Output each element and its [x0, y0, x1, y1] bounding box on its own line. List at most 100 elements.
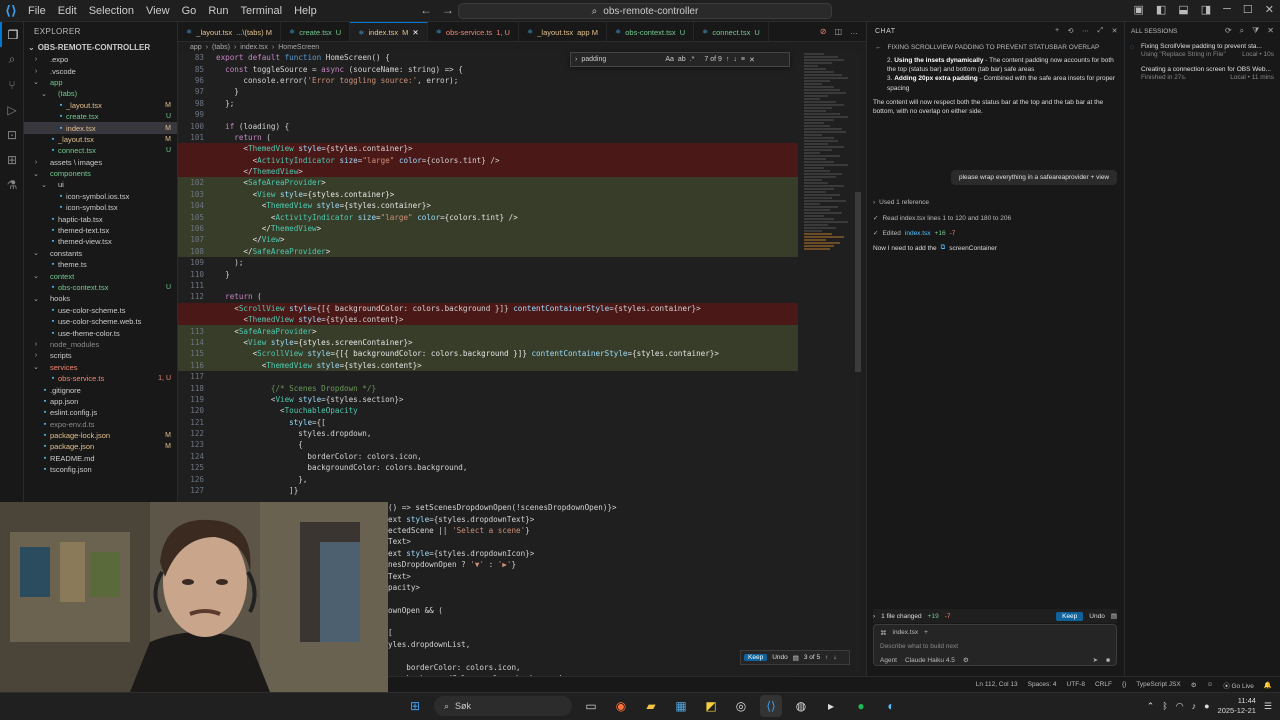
menu-go[interactable]: Go: [176, 5, 203, 17]
editor-tab[interactable]: ⚛ _layout.tsx ...\(tabs) M: [178, 22, 281, 41]
chevron-up-icon[interactable]: ⌃: [1147, 701, 1155, 712]
file-item[interactable]: ▪ use-theme-color.ts: [24, 327, 177, 338]
back-arrow-icon[interactable]: ←: [420, 3, 432, 17]
folder-item[interactable]: ⌄ app: [24, 77, 177, 88]
notification-center-icon[interactable]: ☰: [1264, 701, 1272, 712]
scrollbar-thumb[interactable]: [855, 192, 861, 372]
folder-item[interactable]: ⌄ ui: [24, 179, 177, 190]
undo-button[interactable]: Undo: [1089, 613, 1105, 620]
breadcrumb-item[interactable]: app: [190, 44, 202, 51]
code-editor-lower[interactable]: () => setScenesDropdownOpen(!scenesDropd…: [388, 502, 798, 676]
inline-keep-button[interactable]: Keep: [744, 654, 768, 661]
editor-tab[interactable]: ⚛ connect.tsx U: [694, 22, 769, 41]
code-editor[interactable]: 83 export default function HomeScreen() {…: [178, 52, 798, 502]
chrome-icon[interactable]: ◎: [730, 695, 752, 717]
toggle-replace-icon[interactable]: ›: [575, 56, 577, 63]
new-chat-icon[interactable]: +: [1055, 27, 1060, 35]
speaker-icon[interactable]: ♪: [1192, 701, 1197, 711]
context-file-chip[interactable]: index.tsx: [893, 629, 919, 637]
edited-file-chip[interactable]: index.tsx: [905, 230, 931, 237]
source-control-icon[interactable]: ⑂: [0, 72, 24, 97]
menu-run[interactable]: Run: [202, 5, 234, 17]
editor-tab[interactable]: ⚛ index.tsx M ✕: [350, 22, 428, 41]
folder-item[interactable]: ⌄ context: [24, 270, 177, 281]
file-item[interactable]: ▪ package-lock.json M: [24, 430, 177, 441]
breadcrumb-item[interactable]: HomeScreen: [278, 44, 319, 51]
file-item[interactable]: ▪ theme.ts: [24, 259, 177, 270]
file-item[interactable]: ▪ package.json M: [24, 441, 177, 452]
remote-explorer-icon[interactable]: ⊡: [0, 122, 24, 147]
file-item[interactable]: ▪ icon-symbol.ios.tsx: [24, 191, 177, 202]
obs-icon[interactable]: ◍: [790, 695, 812, 717]
file-item[interactable]: ▪ use-color-scheme.ts: [24, 305, 177, 316]
more-actions-icon[interactable]: …: [850, 27, 858, 36]
test-icon[interactable]: ⚗: [0, 172, 24, 197]
folder-item[interactable]: ⌄ (tabs): [24, 88, 177, 99]
whole-word-icon[interactable]: ab: [678, 56, 686, 63]
match-case-icon[interactable]: Aa: [665, 56, 674, 63]
wifi-icon[interactable]: ◠: [1176, 701, 1184, 712]
settings-icon[interactable]: ⚙: [1191, 681, 1197, 689]
folder-item[interactable]: › assets \ images: [24, 157, 177, 168]
maximize-chat-icon[interactable]: ⤢: [1098, 27, 1104, 35]
menu-terminal[interactable]: Terminal: [235, 5, 289, 17]
chat-input-box[interactable]: ⌘ index.tsx + Describe what to build nex…: [873, 624, 1117, 666]
menu-selection[interactable]: Selection: [83, 5, 140, 17]
indentation[interactable]: Spaces: 4: [1028, 681, 1057, 688]
layout-icon[interactable]: ▣: [1133, 3, 1143, 16]
file-item[interactable]: ▪ _layout.tsx M: [24, 134, 177, 145]
file-item[interactable]: ▪ haptic-tab.tsx: [24, 213, 177, 224]
file-item[interactable]: ▪ expo-env.d.ts: [24, 419, 177, 430]
folder-item[interactable]: ⌄ components: [24, 168, 177, 179]
minimize-icon[interactable]: ─: [1223, 3, 1231, 16]
search-icon[interactable]: ⌕: [1240, 26, 1244, 36]
command-center-search[interactable]: ⌕ obs-remote-controller: [458, 3, 832, 19]
editor-tab[interactable]: ⚛ create.tsx U: [281, 22, 351, 41]
line-endings[interactable]: CRLF: [1095, 681, 1112, 688]
close-find-icon[interactable]: ✕: [749, 56, 755, 64]
file-item[interactable]: ▪ themed-view.tsx: [24, 236, 177, 247]
explorer-icon[interactable]: ❐: [0, 22, 24, 47]
chevron-right-icon[interactable]: ›: [873, 613, 875, 620]
regex-icon[interactable]: .*: [690, 56, 695, 63]
used-reference-row[interactable]: › Used 1 reference: [873, 199, 929, 206]
editor-scrollbar[interactable]: [855, 52, 861, 672]
close-window-icon[interactable]: ✕: [1265, 3, 1274, 16]
breadcrumb-item[interactable]: (tabs): [212, 44, 230, 51]
file-explorer-icon[interactable]: ▰: [640, 695, 662, 717]
file-item[interactable]: ▪ icon-symbol.tsx: [24, 202, 177, 213]
tools-icon[interactable]: ⚙: [963, 656, 969, 664]
back-icon[interactable]: ←: [875, 44, 882, 51]
start-icon[interactable]: ⊞: [404, 695, 426, 717]
toggle-secondary-sidebar-icon[interactable]: ◨: [1201, 3, 1211, 16]
file-item[interactable]: ▪ connect.tsx U: [24, 145, 177, 156]
encoding[interactable]: UTF-8: [1067, 681, 1085, 688]
toggle-sidebar-icon[interactable]: ◧: [1156, 3, 1166, 16]
bluetooth-icon[interactable]: ᛒ: [1162, 701, 1167, 711]
maximize-icon[interactable]: ☐: [1243, 3, 1253, 16]
menu-edit[interactable]: Edit: [52, 5, 83, 17]
folder-item[interactable]: › .vscode: [24, 65, 177, 76]
attach-icon[interactable]: ⌘: [880, 629, 887, 637]
minimap[interactable]: [798, 52, 862, 672]
language-mode[interactable]: TypeScript JSX: [1136, 681, 1180, 688]
project-root[interactable]: ⌄ OBS-REMOTE-CONTROLLER: [24, 40, 177, 54]
stop-icon[interactable]: ■: [1106, 657, 1110, 664]
agent-mode-select[interactable]: Agent: [880, 657, 897, 664]
editor-tab[interactable]: ⚛ obs-service.ts 1, U: [428, 22, 519, 41]
filter-icon[interactable]: ⧩: [1252, 26, 1259, 36]
firefox-icon[interactable]: ◉: [610, 695, 632, 717]
close-tab-icon[interactable]: ✕: [412, 28, 418, 37]
folder-item[interactable]: › scripts: [24, 350, 177, 361]
file-item[interactable]: ▪ README.md: [24, 453, 177, 464]
spotify-icon[interactable]: ●: [850, 695, 872, 717]
file-item[interactable]: ▪ app.json: [24, 396, 177, 407]
browser-icon[interactable]: ◐: [880, 695, 902, 717]
session-item[interactable]: Creating a connection screen for OBS Web…: [1125, 63, 1280, 86]
forward-arrow-icon[interactable]: →: [442, 3, 454, 17]
session-item[interactable]: ◌ Fixing ScrollView padding to prevent st…: [1125, 40, 1280, 63]
file-item[interactable]: ▪ _layout.tsx M: [24, 100, 177, 111]
add-context-icon[interactable]: +: [924, 629, 928, 637]
diff-view-icon[interactable]: ▤: [1111, 612, 1117, 620]
file-item[interactable]: ▪ obs-context.tsx U: [24, 282, 177, 293]
